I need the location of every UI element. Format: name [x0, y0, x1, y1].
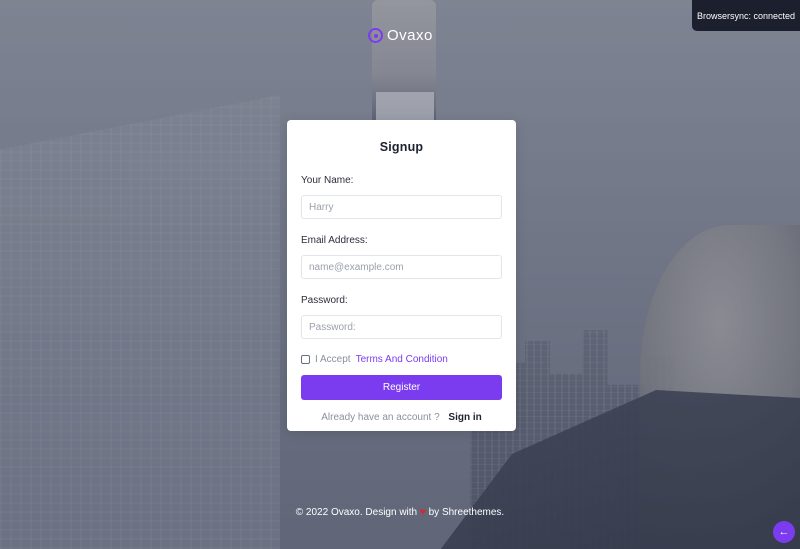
- signin-link[interactable]: Sign in: [448, 412, 481, 423]
- back-to-top-button[interactable]: ←: [773, 521, 795, 543]
- terms-row: I Accept Terms And Condition: [301, 354, 502, 365]
- terms-prefix: I Accept: [315, 354, 351, 365]
- register-button[interactable]: Register: [301, 375, 502, 400]
- footer-suffix: by Shreethemes.: [428, 507, 505, 518]
- brand-logo[interactable]: Ovaxo: [368, 27, 433, 44]
- terms-checkbox[interactable]: [301, 355, 310, 364]
- password-label: Password:: [301, 295, 348, 306]
- name-label: Your Name:: [301, 175, 354, 186]
- brand-name: Ovaxo: [387, 27, 433, 44]
- email-input[interactable]: [301, 255, 502, 279]
- footer: © 2022 Ovaxo. Design with ♥ by Shreethem…: [0, 507, 800, 518]
- terms-link[interactable]: Terms And Condition: [356, 354, 448, 365]
- name-input[interactable]: [301, 195, 502, 219]
- browsersync-notice: Browsersync: connected: [692, 0, 800, 31]
- page-title: Signup: [379, 140, 424, 154]
- logo-icon: [368, 28, 383, 43]
- email-label: Email Address:: [301, 235, 368, 246]
- password-input[interactable]: [301, 315, 502, 339]
- arrow-left-icon: ←: [778, 526, 790, 538]
- browsersync-text: Browsersync: connected: [696, 10, 796, 21]
- signup-card: Signup Your Name: Email Address: Passwor…: [287, 120, 516, 431]
- heart-icon: ♥: [419, 507, 426, 518]
- signin-row: Already have an account ? Sign in: [301, 412, 502, 423]
- footer-prefix: © 2022 Ovaxo. Design with: [295, 507, 418, 518]
- signin-prompt: Already have an account ?: [321, 412, 440, 423]
